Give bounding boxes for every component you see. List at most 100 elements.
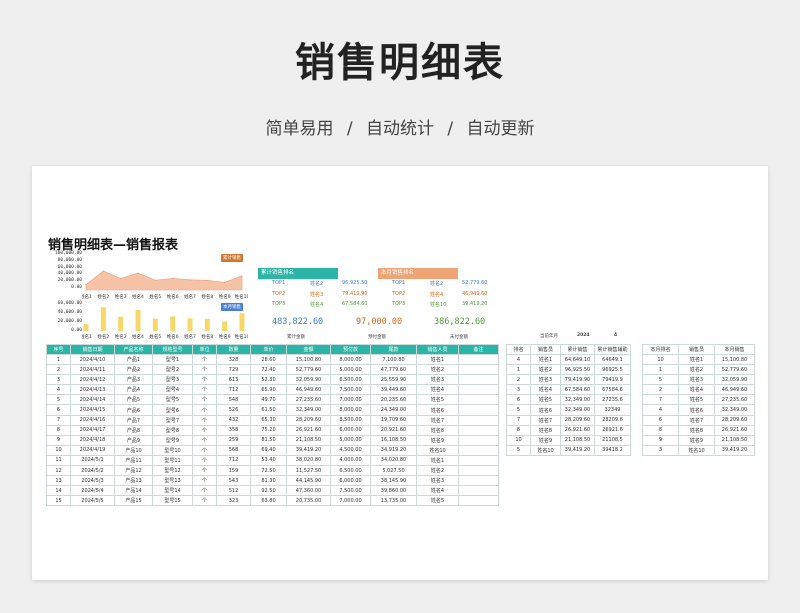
table-cell[interactable]: 姓名4 [416, 485, 459, 497]
table-cell[interactable]: 79,419.90 [560, 374, 595, 386]
table-cell[interactable]: 7,100.80 [370, 353, 417, 366]
table-cell[interactable]: 姓名8 [530, 424, 561, 436]
table-cell[interactable]: 个 [192, 485, 217, 497]
table-cell[interactable]: 13,735.00 [370, 495, 417, 507]
table-cell[interactable]: 39,419.20 [560, 444, 595, 456]
table-cell[interactable] [458, 414, 499, 426]
table-cell[interactable]: 姓名9 [678, 434, 715, 446]
table-cell[interactable]: 2024/4/17 [70, 424, 115, 436]
table-cell[interactable]: 20,735.00 [286, 495, 331, 507]
table-cell[interactable]: 姓名4 [416, 384, 459, 396]
table-cell[interactable]: 个 [192, 374, 217, 386]
table-cell[interactable]: 543 [216, 475, 251, 487]
table-cell[interactable]: 52.30 [250, 374, 287, 386]
table-cell[interactable]: 姓名4 [678, 384, 715, 396]
table-cell[interactable]: 6 [506, 394, 531, 406]
column-header[interactable]: 备注 [458, 344, 499, 355]
column-header[interactable]: 本月销售 [714, 344, 755, 355]
table-cell[interactable]: 型号12 [152, 465, 193, 477]
table-cell[interactable]: 2024/5/2 [70, 465, 115, 477]
table-cell[interactable]: 6,500.00 [330, 465, 371, 477]
table-cell[interactable]: 姓名2 [678, 364, 715, 376]
table-cell[interactable]: 7 [642, 394, 679, 406]
table-cell[interactable]: 34,919.20 [370, 444, 417, 456]
table-cell[interactable]: 53.40 [250, 454, 287, 467]
table-cell[interactable]: 47,779.60 [370, 364, 417, 376]
column-header[interactable]: 产品名称 [114, 344, 153, 355]
table-cell[interactable]: 8,000.00 [330, 404, 371, 416]
table-cell[interactable]: 姓名7 [678, 414, 715, 426]
table-cell[interactable]: 32,349.00 [560, 394, 595, 406]
table-cell[interactable]: 个 [192, 434, 217, 446]
table-cell[interactable]: 姓名3 [678, 374, 715, 386]
table-cell[interactable]: 2024/5/3 [70, 475, 115, 487]
table-cell[interactable]: 46,949.60 [714, 384, 755, 396]
column-header[interactable]: 金额 [286, 344, 331, 355]
table-cell[interactable]: 28,209.60 [560, 414, 595, 426]
table-cell[interactable]: 38,145.90 [370, 475, 417, 487]
column-header[interactable]: 销售日期 [70, 344, 115, 355]
table-cell[interactable]: 32,059.90 [286, 374, 331, 386]
table-cell[interactable]: 4,500.00 [330, 444, 371, 456]
table-cell[interactable]: 47,360.00 [286, 485, 331, 497]
table-cell[interactable]: 型号5 [152, 394, 193, 406]
table-cell[interactable]: 姓名1 [416, 353, 459, 366]
table-cell[interactable]: 10 [506, 434, 531, 446]
table-cell[interactable]: 6 [642, 414, 679, 426]
table-cell[interactable] [458, 404, 499, 416]
table-cell[interactable]: 92.50 [250, 485, 287, 497]
table-cell[interactable]: 19,709.60 [370, 414, 417, 426]
table-cell[interactable]: 2024/4/19 [70, 444, 115, 456]
table-cell[interactable]: 型号2 [152, 364, 193, 376]
table-cell[interactable]: 328 [216, 353, 251, 366]
table-cell[interactable]: 姓名1 [416, 454, 459, 467]
table-cell[interactable]: 5,027.50 [370, 465, 417, 477]
table-cell[interactable]: 3 [506, 384, 531, 396]
table-cell[interactable]: 5,000.00 [330, 364, 371, 376]
table-cell[interactable]: 69.40 [250, 444, 287, 456]
table-cell[interactable]: 个 [192, 454, 217, 467]
table-cell[interactable]: 11,527.50 [286, 465, 331, 477]
table-cell[interactable]: 8 [642, 424, 679, 436]
table-cell[interactable]: 2024/5/5 [70, 495, 115, 507]
table-cell[interactable]: 7,500.00 [330, 485, 371, 497]
table-cell[interactable]: 8 [506, 424, 531, 436]
table-cell[interactable]: 39418.2 [594, 444, 631, 456]
table-cell[interactable]: 4 [506, 353, 531, 366]
column-header[interactable]: 排名 [506, 344, 531, 355]
table-cell[interactable] [458, 434, 499, 446]
table-cell[interactable]: 姓名2 [416, 465, 459, 477]
table-cell[interactable]: 27,235.60 [286, 394, 331, 406]
table-cell[interactable]: 39,419.20 [714, 444, 755, 456]
table-cell[interactable] [458, 394, 499, 406]
table-cell[interactable]: 64649.1 [594, 353, 631, 366]
table-cell[interactable]: 1 [506, 364, 531, 376]
table-cell[interactable]: 2 [642, 384, 679, 396]
table-cell[interactable]: 姓名4 [530, 384, 561, 396]
table-cell[interactable]: 15 [46, 495, 71, 507]
table-cell[interactable]: 8,500.00 [330, 414, 371, 426]
table-cell[interactable]: 28,209.60 [714, 414, 755, 426]
table-cell[interactable] [458, 454, 499, 467]
table-cell[interactable]: 21,108.50 [560, 434, 595, 446]
table-cell[interactable] [458, 374, 499, 386]
column-header[interactable]: 本月排名 [642, 344, 679, 355]
table-cell[interactable]: 产品4 [114, 384, 153, 396]
table-cell[interactable]: 4,000.00 [330, 454, 371, 467]
table-cell[interactable]: 姓名6 [678, 404, 715, 416]
table-cell[interactable]: 6,500.00 [330, 374, 371, 386]
table-cell[interactable]: 65.90 [250, 384, 287, 396]
table-cell[interactable] [458, 465, 499, 477]
table-cell[interactable]: 16,108.50 [370, 434, 417, 446]
table-cell[interactable]: 产品14 [114, 485, 153, 497]
table-cell[interactable]: 2 [46, 364, 71, 376]
table-cell[interactable] [458, 495, 499, 507]
table-cell[interactable]: 39,419.20 [286, 444, 331, 456]
table-cell[interactable]: 型号3 [152, 374, 193, 386]
column-header[interactable]: 销售人员 [416, 344, 459, 355]
table-cell[interactable]: 75.20 [250, 424, 287, 436]
table-cell[interactable]: 32349 [594, 404, 631, 416]
table-cell[interactable]: 姓名1 [678, 353, 715, 366]
column-header[interactable]: 累计销售辅助 [594, 344, 631, 355]
column-header[interactable]: 累计销售 [560, 344, 595, 355]
